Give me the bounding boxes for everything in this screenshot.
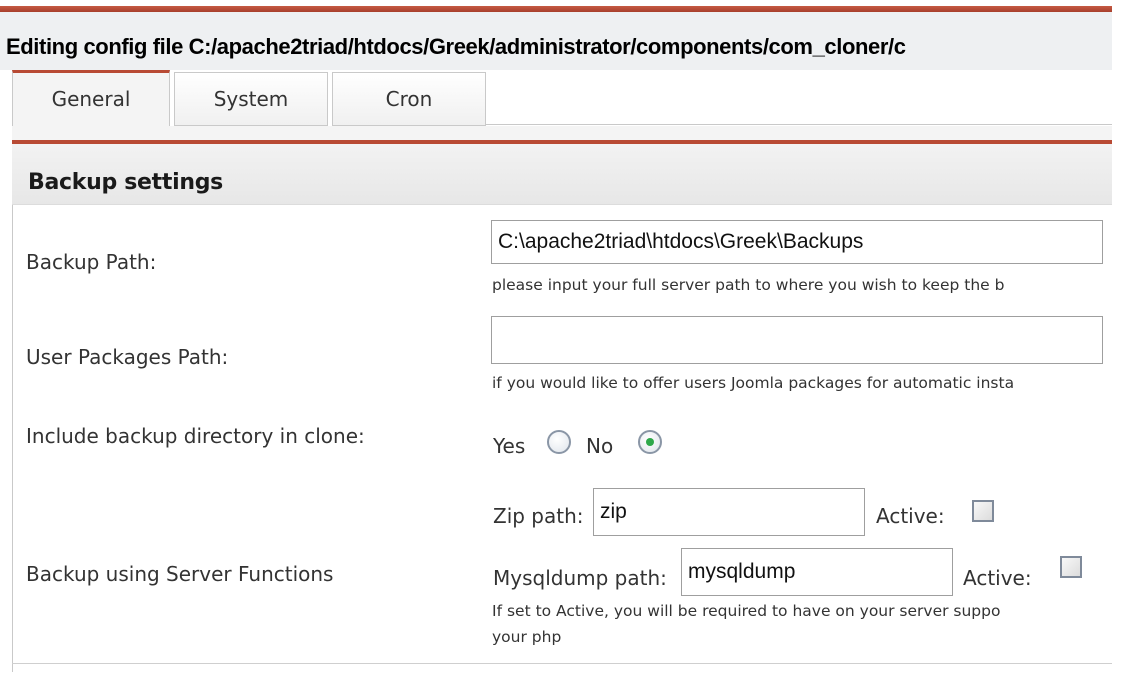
include-no-radio[interactable] — [638, 430, 662, 454]
server-functions-label: Backup using Server Functions — [26, 562, 334, 586]
backup-path-input[interactable] — [491, 220, 1103, 264]
include-yes-label: Yes — [493, 434, 526, 458]
backup-path-label: Backup Path: — [26, 250, 157, 274]
user-packages-path-label: User Packages Path: — [26, 345, 229, 369]
panel-top-strip — [12, 126, 1112, 140]
zip-active-checkbox[interactable] — [972, 500, 994, 522]
mysqldump-active-label: Active: — [963, 566, 1032, 590]
zip-path-label: Zip path: — [493, 504, 584, 528]
zip-active-label: Active: — [876, 504, 945, 528]
include-backup-dir-label: Include backup directory in clone: — [26, 424, 365, 448]
page-title: Editing config file C:/apache2triad/htdo… — [6, 34, 906, 59]
section-title: Backup settings — [28, 170, 223, 195]
tab-cron[interactable]: Cron — [332, 72, 486, 126]
zip-path-input[interactable] — [593, 488, 865, 536]
tab-divider — [486, 124, 1112, 125]
backup-path-hint: please input your full server path to wh… — [492, 276, 1005, 294]
server-functions-hint-line1: If set to Active, you will be required t… — [492, 602, 1001, 620]
user-packages-path-input[interactable] — [491, 316, 1103, 364]
panel-bottom-divider — [12, 663, 1112, 664]
mysqldump-path-label: Mysqldump path: — [493, 566, 667, 590]
server-functions-hint-line2: your php — [492, 628, 562, 646]
include-yes-radio[interactable] — [547, 430, 571, 454]
mysqldump-active-checkbox[interactable] — [1060, 556, 1082, 578]
mysqldump-path-input[interactable] — [681, 548, 953, 596]
tab-general[interactable]: General — [12, 70, 170, 126]
user-packages-path-hint: if you would like to offer users Joomla … — [492, 374, 1015, 392]
tab-system[interactable]: System — [174, 72, 328, 126]
include-no-label: No — [586, 434, 614, 458]
